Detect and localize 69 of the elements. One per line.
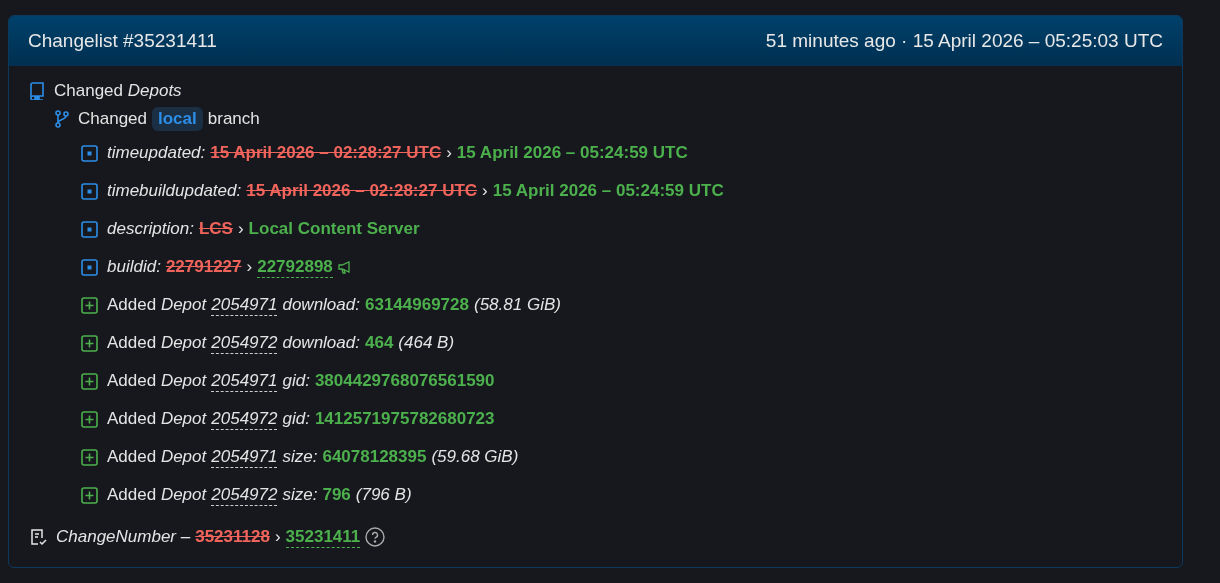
- depot-link[interactable]: 2054971: [211, 446, 278, 468]
- modified-icon: [81, 182, 98, 200]
- new-value: 15 April 2026 – 05:24:59 UTC: [456, 143, 688, 163]
- receipt-check-icon: [29, 528, 47, 546]
- field-name: gid:: [282, 371, 310, 391]
- field-name: download:: [282, 333, 360, 353]
- add-icon: [81, 372, 98, 390]
- add-icon: [81, 486, 98, 504]
- added-label: Added Depot: [107, 333, 207, 353]
- arrow-sign: ›: [237, 219, 244, 239]
- new-value: 15 April 2026 – 05:24:59 UTC: [492, 181, 724, 201]
- section-heading: Changed Depots: [54, 81, 182, 101]
- branch-name: local: [152, 107, 203, 131]
- add-icon: [81, 296, 98, 314]
- depot-link[interactable]: 2054972: [211, 408, 278, 430]
- add-icon: [81, 334, 98, 352]
- arrow-sign: ›: [446, 143, 452, 163]
- added-value: 796: [322, 485, 351, 505]
- added-label: Added Depot: [107, 295, 207, 315]
- megaphone-icon[interactable]: [337, 260, 352, 274]
- field-name: timeupdated:: [107, 143, 206, 163]
- field-name: timebuildupdated:: [107, 181, 242, 201]
- old-value: 22791227: [165, 257, 242, 277]
- timestamp: 51 minutes ago · 15 April 2026 – 05:25:03 UTC: [765, 30, 1163, 52]
- modified-icon: [81, 220, 98, 238]
- new-value-link[interactable]: 22792898: [257, 256, 333, 278]
- added-label: Added Depot: [107, 485, 207, 505]
- arrow-sign: ›: [482, 181, 488, 201]
- size-note: (796 B): [355, 485, 412, 505]
- added-value: 64078128395: [322, 447, 427, 467]
- size-note: (59.68 GiB): [431, 447, 519, 467]
- help-icon[interactable]: [365, 527, 386, 547]
- added-value: 3804429768076561590: [314, 371, 495, 391]
- arrow-sign: ›: [246, 257, 253, 277]
- field-name: buildid:: [107, 257, 161, 277]
- old-value: 35231128: [195, 527, 270, 547]
- size-note: (464 B): [398, 333, 455, 353]
- depot-link[interactable]: 2054972: [211, 484, 278, 506]
- new-value: Local Content Server: [248, 219, 420, 239]
- old-value: LCS: [198, 219, 233, 239]
- new-value-link[interactable]: 35231411: [285, 526, 361, 548]
- added-value: 464: [364, 333, 394, 353]
- added-label: Added Depot: [107, 447, 207, 467]
- field-name: ChangeNumber –: [56, 527, 191, 547]
- old-value: 15 April 2026 – 02:28:27 UTC: [246, 181, 478, 201]
- branch-icon: [55, 110, 69, 128]
- field-name: size:: [282, 485, 318, 505]
- depot-link[interactable]: 2054971: [211, 370, 278, 392]
- branch-label: Changed: [78, 109, 147, 129]
- old-value: 15 April 2026 – 02:28:27 UTC: [210, 143, 442, 163]
- added-value: 1412571975782680723: [314, 409, 495, 429]
- added-value: 63144969728: [364, 295, 469, 315]
- book-icon: [29, 82, 45, 100]
- field-name: download:: [282, 295, 360, 315]
- add-icon: [81, 448, 98, 466]
- added-label: Added Depot: [107, 409, 207, 429]
- branch-suffix: branch: [207, 109, 260, 129]
- add-icon: [81, 410, 98, 428]
- modified-icon: [81, 144, 98, 162]
- field-name: size:: [282, 447, 318, 467]
- depot-link[interactable]: 2054971: [211, 294, 278, 316]
- field-name: gid:: [282, 409, 310, 429]
- changelist-title: Changelist #35231411: [28, 30, 217, 52]
- depot-link[interactable]: 2054972: [211, 332, 278, 354]
- arrow-sign: ›: [274, 527, 281, 547]
- field-name: description:: [107, 219, 194, 239]
- size-note: (58.81 GiB): [474, 295, 561, 315]
- added-label: Added Depot: [107, 371, 207, 391]
- modified-icon: [81, 258, 98, 276]
